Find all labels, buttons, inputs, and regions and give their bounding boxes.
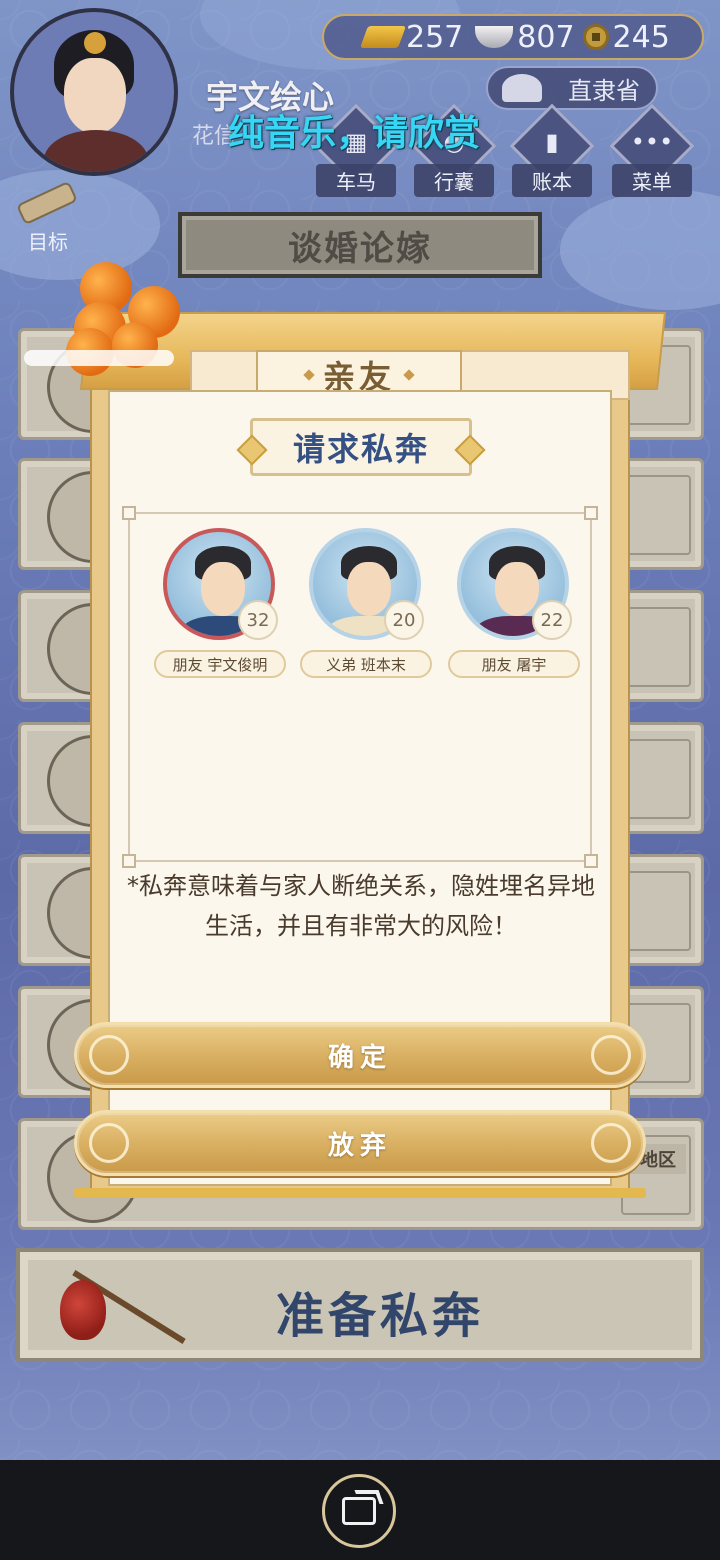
goal-button[interactable]: 目标 — [12, 180, 84, 254]
prepare-elope-button[interactable]: 准备私奔 — [16, 1248, 704, 1362]
goal-label: 目标 — [28, 230, 68, 254]
companion-age: 22 — [532, 600, 572, 640]
province-selector[interactable]: 直隶省 — [486, 66, 658, 110]
companion-age: 20 — [384, 600, 424, 640]
system-nav-bar — [0, 1460, 720, 1560]
coin-amount: 245 — [612, 19, 670, 55]
prepare-elope-label: 准备私奔 — [276, 1288, 485, 1344]
dialog-bottom-bar — [74, 1188, 646, 1198]
companion-card[interactable]: 32 朋友 宇文俊明 — [154, 528, 286, 678]
copper-coin-icon — [582, 24, 609, 50]
menu-label: 账本 — [512, 164, 592, 197]
menu-label: 车马 — [316, 164, 396, 197]
bundle-icon — [60, 1280, 106, 1340]
elope-dialog: 亲友 请求私奔 32 朋友 宇文俊明 20 义弟 班本末 22 朋友 屠宇 *私… — [74, 312, 667, 1198]
screen-title: 谈婚论嫁 — [288, 228, 432, 269]
companion-age: 32 — [238, 600, 278, 640]
menu-button-menu[interactable]: ••• 菜单 — [609, 103, 695, 197]
music-caption-overlay: 纯音乐，请欣赏 — [228, 113, 481, 154]
silver-amount: 807 — [517, 19, 575, 55]
cloud-swirl-icon — [89, 1123, 129, 1163]
cancel-button[interactable]: 放弃 — [74, 1110, 646, 1176]
gold-ingot-icon — [359, 26, 407, 48]
ingot-scale-icon — [502, 74, 542, 102]
companion-tag: 朋友 宇文俊明 — [154, 650, 286, 678]
screen-title-plate: 谈婚论嫁 — [178, 212, 542, 278]
more-dots-icon: ••• — [630, 128, 674, 156]
companion-list: 32 朋友 宇文俊明 20 义弟 班本末 22 朋友 屠宇 — [122, 506, 598, 868]
companion-tag: 义弟 班本末 — [300, 650, 432, 678]
share-icon — [342, 1490, 384, 1525]
elope-warning-text: *私奔意味着与家人断绝关系，隐姓埋名异地生活，并且有非常大的风险！ — [127, 872, 595, 940]
share-button[interactable] — [322, 1474, 396, 1548]
gold-amount: 257 — [406, 19, 464, 55]
dialog-subtitle: 请求私奔 — [250, 418, 472, 476]
ledger-icon: ▮ — [545, 128, 559, 156]
companion-tag: 朋友 屠宇 — [448, 650, 580, 678]
silver-ingot-icon — [475, 26, 514, 48]
cloud-swirl-icon — [89, 1035, 129, 1075]
cloud-swirl-icon — [591, 1123, 631, 1163]
menu-label: 菜单 — [612, 164, 692, 197]
companion-card[interactable]: 22 朋友 屠宇 — [448, 528, 580, 678]
scroll-icon — [16, 180, 78, 226]
cloud-swirl-icon — [591, 1035, 631, 1075]
player-avatar[interactable] — [10, 8, 178, 176]
companion-card[interactable]: 20 义弟 班本末 — [300, 528, 432, 678]
cancel-label: 放弃 — [327, 1130, 392, 1161]
currency-bar: 257 807 245 — [322, 14, 704, 60]
province-name: 直隶省 — [568, 76, 640, 105]
menu-label: 行囊 — [414, 164, 494, 197]
confirm-label: 确定 — [327, 1042, 392, 1073]
confirm-button[interactable]: 确定 — [74, 1022, 646, 1088]
menu-button-ledger[interactable]: ▮ 账本 — [509, 103, 595, 197]
